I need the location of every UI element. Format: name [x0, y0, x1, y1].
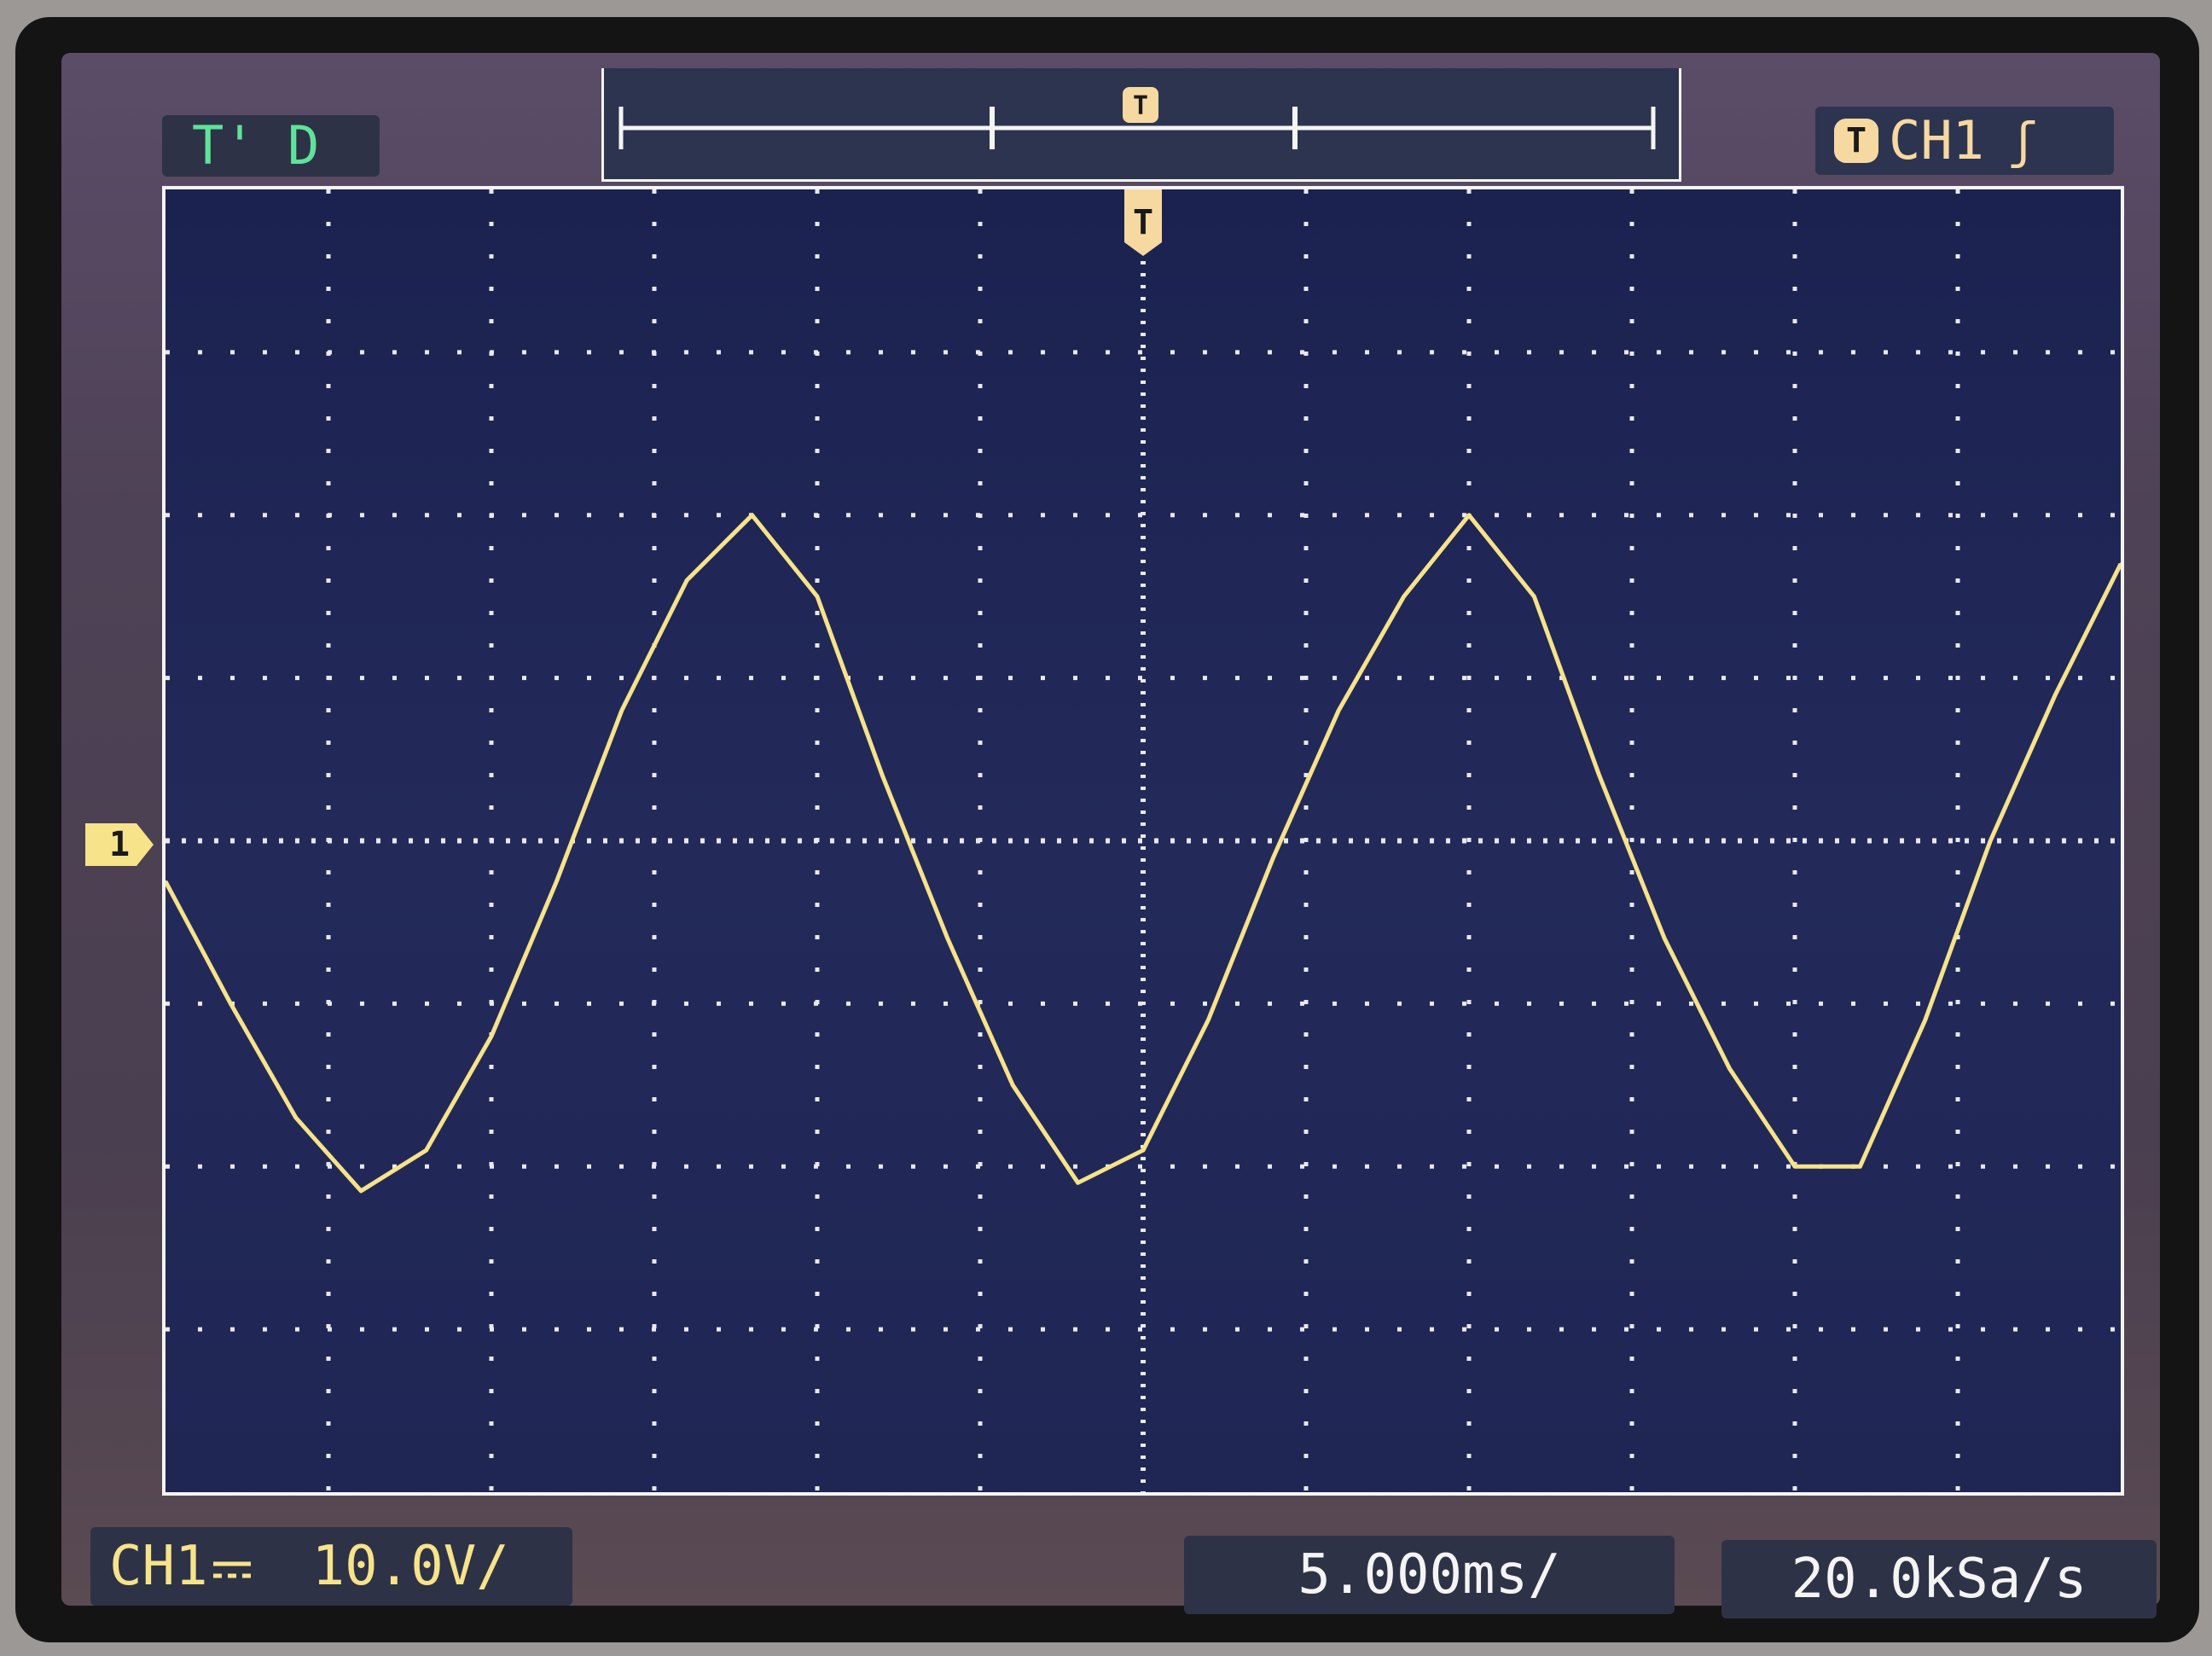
waveform-point [1402, 595, 1406, 598]
waveform-trace-ch1 [165, 513, 2121, 1194]
trigger-marker-label: T [1133, 203, 1153, 242]
waveform-point [1141, 1148, 1145, 1152]
waveform-point [1924, 1018, 1927, 1021]
trigger-icon: T [1834, 119, 1878, 163]
channel-scale-box: CH1 10.0V/ [90, 1527, 572, 1606]
waveform-point [880, 774, 884, 777]
waveform-point [816, 595, 819, 598]
waveform-point [1206, 1018, 1210, 1021]
waveform-point [1728, 1067, 1732, 1071]
trigger-marker: T [1124, 189, 1162, 256]
waveform-point [1793, 1165, 1797, 1168]
waveform-point [554, 880, 558, 883]
timebase-scale: 5.000ms/ [1184, 1536, 1675, 1614]
memory-position-indicator: T [618, 87, 1656, 149]
waveform-point [1467, 514, 1471, 517]
waveform-point [946, 937, 949, 940]
waveform-point [1337, 709, 1340, 712]
trigger-readout: T CH1 ʃ [1815, 107, 2114, 175]
waveform-point [229, 1002, 232, 1005]
waveform-point [1858, 1165, 1861, 1168]
waveform-point [685, 578, 688, 582]
waveform-point [1988, 840, 1992, 842]
trigger-position-label: T [1133, 91, 1148, 121]
trigger-status: T' D [162, 115, 380, 177]
waveform-point [751, 514, 754, 517]
rising-edge-icon: ʃ [2007, 112, 2038, 170]
waveform-point [620, 709, 624, 712]
waveform-point [1011, 1084, 1014, 1087]
waveform-point [294, 1116, 298, 1119]
waveform-point [359, 1189, 363, 1193]
waveform-point [1272, 856, 1275, 859]
waveform-point [1077, 1181, 1080, 1184]
waveform-point [425, 1148, 428, 1152]
memory-position-bar: T [601, 68, 1681, 182]
trigger-source: CH1 [1889, 109, 1984, 171]
waveform-point [490, 1035, 493, 1038]
waveform-point [2054, 693, 2058, 696]
channel-scale: 10.0V/ [311, 1535, 509, 1598]
waveform-point [1532, 595, 1536, 598]
graticule-grid [165, 189, 2121, 1492]
waveform-display: T [162, 186, 2124, 1496]
waveform-point [1663, 937, 1666, 940]
sample-rate: 20.0kSa/s [1721, 1540, 2157, 1618]
waveform-chart: T [165, 189, 2121, 1492]
waveform-point [1598, 774, 1601, 777]
channel-label: CH1 [109, 1535, 208, 1598]
dc-coupling-icon [212, 1561, 251, 1578]
